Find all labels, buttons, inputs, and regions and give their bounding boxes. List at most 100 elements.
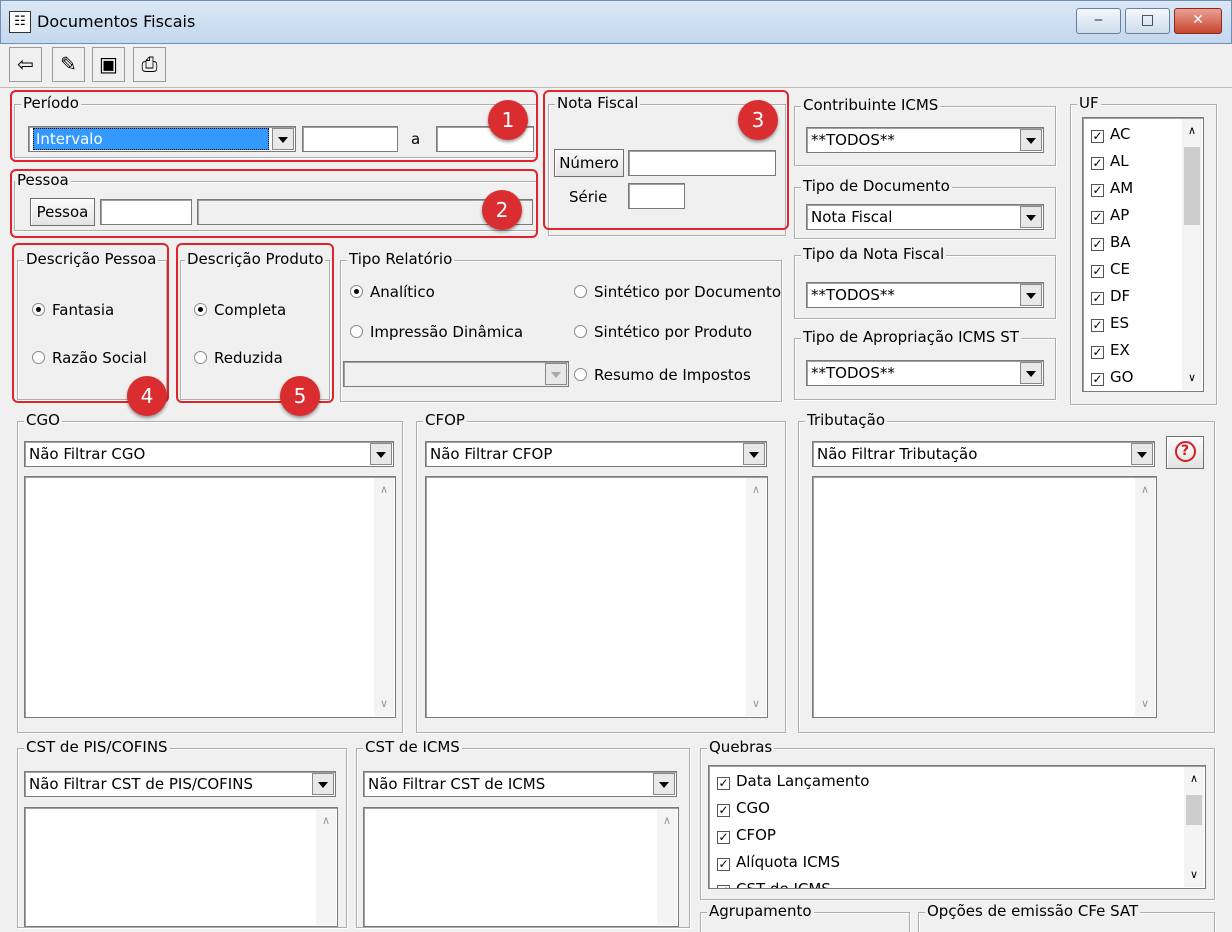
scroll-thumb[interactable] (1186, 795, 1202, 825)
scroll-thumb[interactable] (1184, 147, 1200, 225)
uf-item-label: AM (1110, 179, 1134, 197)
chevron-down-icon[interactable] (312, 773, 334, 795)
exit-button[interactable]: ⇦ (9, 47, 42, 82)
agrupamento-group: Agrupamento (700, 902, 910, 932)
eraser-button[interactable]: ✎ (52, 47, 85, 82)
chevron-down-icon[interactable] (1020, 206, 1042, 228)
checkbox-checked-icon[interactable]: ✓ (1091, 184, 1104, 197)
tributacao-select[interactable]: Não Filtrar Tributação (812, 441, 1155, 467)
checkbox-checked-icon[interactable]: ✓ (1091, 211, 1104, 224)
quebras-item[interactable]: ✓ Alíquota ICMS (709, 849, 1205, 876)
quebras-item[interactable]: ✓ Data Lançamento (709, 768, 1205, 795)
quebras-list[interactable]: ✓Data Lançamento✓CGO✓CFOP✓Alíquota ICMS✓… (708, 765, 1206, 889)
badge-4: 4 (127, 376, 167, 416)
quebras-item[interactable]: ✓ CGO (709, 795, 1205, 822)
cst-icms-select[interactable]: Não Filtrar CST de ICMS (363, 771, 677, 797)
cfop-select[interactable]: Não Filtrar CFOP (425, 441, 767, 467)
tributacao-value: Não Filtrar Tributação (817, 445, 978, 463)
print-button[interactable]: ⎙ (133, 47, 166, 82)
scroll-up-icon[interactable]: ∧ (374, 480, 394, 500)
window-title: Documentos Fiscais (37, 12, 196, 31)
tipo-nota-value: **TODOS** (811, 286, 895, 304)
checkbox-checked-icon[interactable]: ✓ (1091, 373, 1104, 386)
checkbox-checked-icon[interactable]: ✓ (1091, 265, 1104, 278)
help-button[interactable]: ? (1166, 436, 1204, 469)
cgo-scrollbar[interactable]: ∧ ∨ (374, 478, 394, 716)
cst-icms-list[interactable]: ∧ (363, 807, 679, 927)
chevron-down-icon[interactable] (653, 773, 675, 795)
tributacao-scrollbar[interactable]: ∧ ∨ (1135, 478, 1155, 716)
cfop-scrollbar[interactable]: ∧ ∨ (746, 478, 766, 716)
close-button[interactable]: ✕ (1174, 8, 1222, 34)
checkbox-checked-icon[interactable]: ✓ (717, 777, 730, 790)
scroll-up-icon[interactable]: ∧ (657, 811, 677, 831)
scroll-down-icon[interactable]: ∨ (746, 694, 766, 714)
scroll-up-icon[interactable]: ∧ (1184, 769, 1204, 789)
tributacao-list[interactable]: ∧ ∨ (812, 476, 1157, 718)
quebras-item-label: CFOP (736, 826, 776, 844)
toolbar: ⇦ ✎ ▣ ⎙ (0, 44, 1232, 88)
scroll-down-icon[interactable]: ∨ (1182, 368, 1202, 388)
quebras-item-label: CST de ICMS (736, 880, 831, 889)
quebras-item-label: Data Lançamento (736, 772, 870, 790)
scroll-down-icon[interactable]: ∨ (1184, 865, 1204, 885)
checkbox-checked-icon[interactable]: ✓ (1091, 292, 1104, 305)
maximize-button[interactable]: □ (1125, 8, 1170, 34)
cst-pis-select[interactable]: Não Filtrar CST de PIS/COFINS (24, 771, 336, 797)
chevron-down-icon[interactable] (1020, 362, 1042, 384)
uf-scrollbar[interactable]: ∧ ∨ (1182, 119, 1202, 390)
sintetico-documento-radio[interactable]: Sintético por Documento (574, 283, 781, 301)
tipo-apropriacao-select[interactable]: **TODOS** (806, 360, 1044, 386)
uf-item-label: DF (1110, 287, 1131, 305)
quebras-item[interactable]: ✓ CFOP (709, 822, 1205, 849)
save-button[interactable]: ▣ (92, 47, 125, 82)
chevron-down-icon[interactable] (743, 443, 765, 465)
checkbox-checked-icon[interactable]: ✓ (1091, 130, 1104, 143)
uf-item-label: EX (1110, 341, 1130, 359)
tipo-relatorio-select (343, 361, 569, 387)
chevron-down-icon[interactable] (370, 443, 392, 465)
analitico-radio[interactable]: Analítico (350, 283, 435, 301)
scroll-up-icon[interactable]: ∧ (316, 811, 336, 831)
sintetico-produto-radio[interactable]: Sintético por Produto (574, 323, 752, 341)
checkbox-checked-icon[interactable]: ✓ (1091, 346, 1104, 359)
chevron-down-icon[interactable] (1020, 129, 1042, 151)
resumo-impostos-radio[interactable]: Resumo de Impostos (574, 366, 751, 384)
checkbox-checked-icon[interactable]: ✓ (717, 804, 730, 817)
checkbox-checked-icon[interactable]: ✓ (717, 858, 730, 871)
quebras-scrollbar[interactable]: ∧ ∨ (1184, 767, 1204, 887)
cgo-select[interactable]: Não Filtrar CGO (24, 441, 394, 467)
quebras-label: Quebras (707, 738, 775, 756)
scroll-up-icon[interactable]: ∧ (746, 480, 766, 500)
radio-unchecked-icon (574, 285, 587, 298)
uf-item-label: CE (1110, 260, 1130, 278)
uf-list[interactable]: ✓ AC ✓ AL ✓ AM ✓ AP ✓ BA ✓ CE ✓ DF ✓ ES ✓ EX ✓ GO ∧ ∨ (1082, 117, 1204, 392)
scroll-down-icon[interactable]: ∨ (374, 694, 394, 714)
cst-pis-scrollbar[interactable]: ∧ (316, 809, 336, 925)
uf-item-label: BA (1110, 233, 1131, 251)
scroll-up-icon[interactable]: ∧ (1182, 121, 1202, 141)
checkbox-checked-icon[interactable]: ✓ (1091, 157, 1104, 170)
minimize-button[interactable]: ‒ (1076, 8, 1121, 34)
checkbox-checked-icon[interactable]: ✓ (717, 885, 730, 888)
contribuinte-select[interactable]: **TODOS** (806, 127, 1044, 153)
radio-unchecked-icon (574, 368, 587, 381)
quebras-item[interactable]: ✓ CST de ICMS (709, 876, 1205, 889)
cst-icms-label: CST de ICMS (363, 738, 462, 756)
impressao-dinamica-radio[interactable]: Impressão Dinâmica (350, 323, 523, 341)
cfop-list[interactable]: ∧ ∨ (425, 476, 768, 718)
tipo-nota-select[interactable]: **TODOS** (806, 282, 1044, 308)
cst-pis-list[interactable]: ∧ (24, 807, 338, 927)
checkbox-checked-icon[interactable]: ✓ (1091, 238, 1104, 251)
cst-icms-scrollbar[interactable]: ∧ (657, 809, 677, 925)
scroll-down-icon[interactable]: ∨ (1135, 694, 1155, 714)
quebras-items: ✓Data Lançamento✓CGO✓CFOP✓Alíquota ICMS✓… (709, 766, 1205, 889)
checkbox-checked-icon[interactable]: ✓ (1091, 319, 1104, 332)
cgo-list[interactable]: ∧ ∨ (24, 476, 396, 718)
cfop-label: CFOP (423, 411, 467, 429)
tipo-documento-select[interactable]: Nota Fiscal (806, 204, 1044, 230)
scroll-up-icon[interactable]: ∧ (1135, 480, 1155, 500)
checkbox-checked-icon[interactable]: ✓ (717, 831, 730, 844)
chevron-down-icon[interactable] (1131, 443, 1153, 465)
chevron-down-icon[interactable] (1020, 284, 1042, 306)
